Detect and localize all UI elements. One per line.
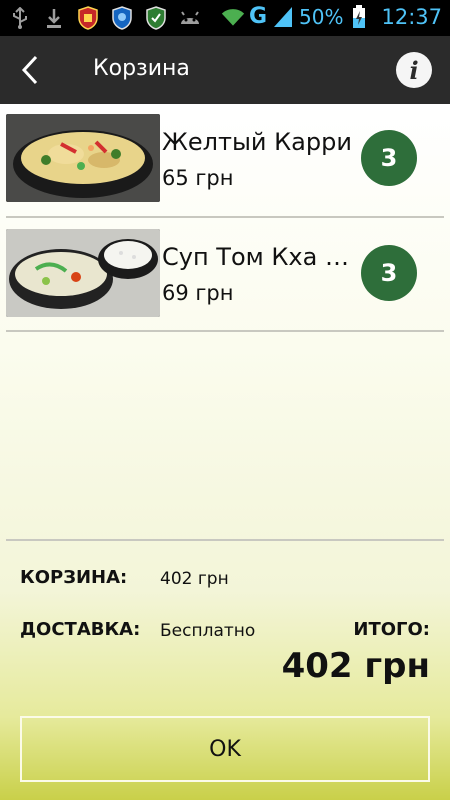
- usb-icon: [8, 6, 32, 30]
- cart-item[interactable]: Желтый Карри 65 грн 3: [6, 104, 444, 218]
- wifi-icon: [221, 5, 245, 29]
- info-icon: i: [409, 55, 419, 85]
- android-icon: [178, 6, 202, 30]
- shield-app-icon: [76, 6, 100, 30]
- battery-percent: 50%: [299, 4, 344, 29]
- back-button[interactable]: [10, 50, 50, 90]
- page-title: Корзина: [93, 56, 190, 81]
- quantity-badge[interactable]: 3: [361, 245, 417, 301]
- battery-charging-icon: [347, 4, 371, 29]
- cart-content: Желтый Карри 65 грн 3 Суп Том Кха Кай 69…: [0, 104, 450, 800]
- network-type: G: [248, 4, 268, 29]
- info-button[interactable]: i: [396, 52, 432, 88]
- dish-image: [6, 114, 160, 202]
- cart-total-label: КОРЗИНА:: [20, 567, 128, 588]
- dish-image: [6, 229, 160, 317]
- grand-total-label: ИТОГО:: [353, 619, 430, 640]
- clock: 12:37: [381, 4, 442, 29]
- back-arrow-icon: [21, 55, 38, 85]
- item-name: Суп Том Кха Кай: [162, 243, 352, 271]
- cart-total-value: 402 грн: [160, 569, 229, 589]
- status-bar: G 50% 12:37: [0, 0, 450, 36]
- action-bar: Корзина i: [0, 36, 450, 104]
- divider: [6, 216, 444, 218]
- delivery-label: ДОСТАВКА:: [20, 619, 141, 640]
- item-name: Желтый Карри: [162, 128, 352, 156]
- quantity-badge[interactable]: 3: [361, 130, 417, 186]
- item-price: 65 грн: [162, 166, 234, 190]
- grand-total-value: 402 грн: [281, 646, 430, 686]
- delivery-value: Бесплатно: [160, 621, 256, 641]
- cart-item[interactable]: Суп Том Кха Кай 69 грн 3: [6, 219, 444, 333]
- shield-blue-icon: [110, 6, 134, 30]
- shield-green-icon: [144, 6, 168, 30]
- divider: [6, 330, 444, 332]
- signal-icon: [271, 5, 295, 29]
- summary-divider: [6, 539, 444, 541]
- ok-button[interactable]: OK: [20, 716, 430, 782]
- item-price: 69 грн: [162, 281, 234, 305]
- download-icon: [42, 6, 66, 30]
